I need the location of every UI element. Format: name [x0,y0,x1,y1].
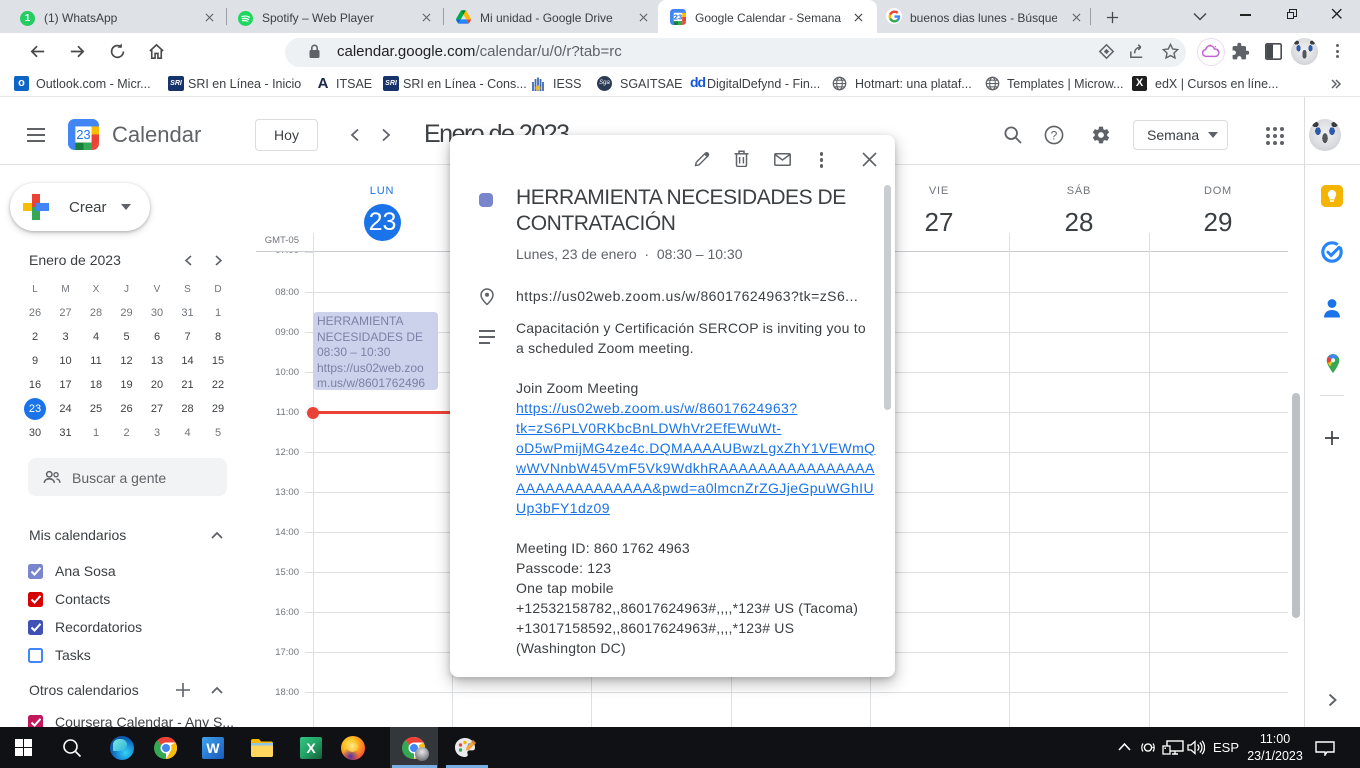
svg-text:23: 23 [674,13,682,22]
svg-text:?: ? [1051,128,1058,142]
svg-text:23: 23 [76,127,90,142]
